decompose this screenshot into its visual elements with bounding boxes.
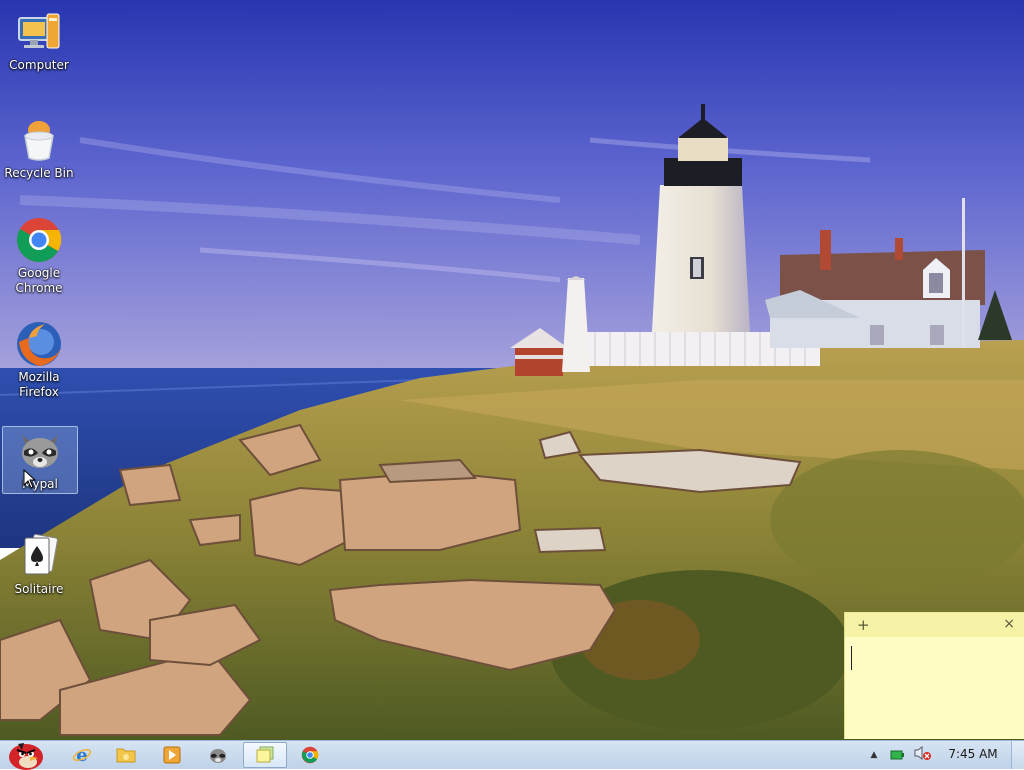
desktop-icon-label: Solitaire (14, 582, 64, 596)
close-note-button[interactable]: × (1003, 616, 1015, 632)
chrome-icon (301, 746, 319, 764)
show-desktop-button[interactable] (1011, 741, 1024, 769)
text-cursor (851, 646, 852, 670)
svg-text:e: e (76, 745, 87, 765)
battery-icon[interactable] (890, 746, 906, 765)
show-hidden-icons-button[interactable]: ▲ (866, 750, 882, 760)
solitaire-icon (15, 532, 63, 580)
angry-bird-start-icon (9, 743, 43, 770)
mypal-raccoon-icon (210, 749, 226, 763)
desktop-icon-computer[interactable]: Computer (2, 8, 76, 73)
ie-icon: e (72, 745, 92, 765)
sticky-note-window[interactable]: + × (844, 612, 1024, 739)
desktop-icon-recycle-bin[interactable]: Recycle Bin (2, 116, 76, 181)
recycle-bin-icon (15, 116, 63, 164)
add-note-button[interactable]: + (857, 616, 870, 634)
sticky-note-text-area[interactable] (845, 637, 1024, 739)
desktop-icon-mypal[interactable]: Mypal (2, 426, 78, 494)
taskbar: e ▲ 7:45 AM (0, 740, 1024, 770)
taskbar-sticky-notes[interactable] (243, 742, 287, 768)
start-button[interactable] (2, 742, 50, 770)
mouse-cursor-icon (23, 469, 37, 489)
volume-muted-icon[interactable] (914, 745, 934, 765)
desktop-icon-mozilla-firefox[interactable]: Mozilla Firefox (2, 320, 76, 400)
taskbar-internet-explorer[interactable]: e (62, 742, 102, 768)
desktop-icon-label: Google Chrome (15, 266, 63, 295)
taskbar-media-player[interactable] (152, 742, 192, 768)
desktop-icon-label: Computer (9, 58, 69, 72)
folder-icon (116, 748, 136, 763)
desktop-icon-label: Mozilla Firefox (18, 370, 60, 399)
desktop-icon-label: Mypal (22, 477, 58, 491)
system-clock[interactable]: 7:45 AM (938, 747, 1008, 761)
mypal-raccoon-icon (16, 427, 64, 475)
computer-icon (15, 8, 63, 56)
chrome-icon (15, 216, 63, 264)
desktop-icon-google-chrome[interactable]: Google Chrome (2, 216, 76, 296)
taskbar-file-explorer[interactable] (106, 742, 146, 768)
sticky-notes-icon (256, 746, 274, 763)
media-player-icon (163, 746, 181, 764)
notification-area: ▲ (866, 741, 934, 769)
desktop-icon-label: Recycle Bin (4, 166, 74, 180)
sticky-note-titlebar[interactable]: + × (845, 613, 1024, 637)
taskbar-google-chrome[interactable] (290, 742, 330, 768)
firefox-icon (15, 320, 63, 368)
desktop-icon-solitaire[interactable]: Solitaire (2, 532, 76, 597)
taskbar-mypal[interactable] (198, 742, 238, 768)
